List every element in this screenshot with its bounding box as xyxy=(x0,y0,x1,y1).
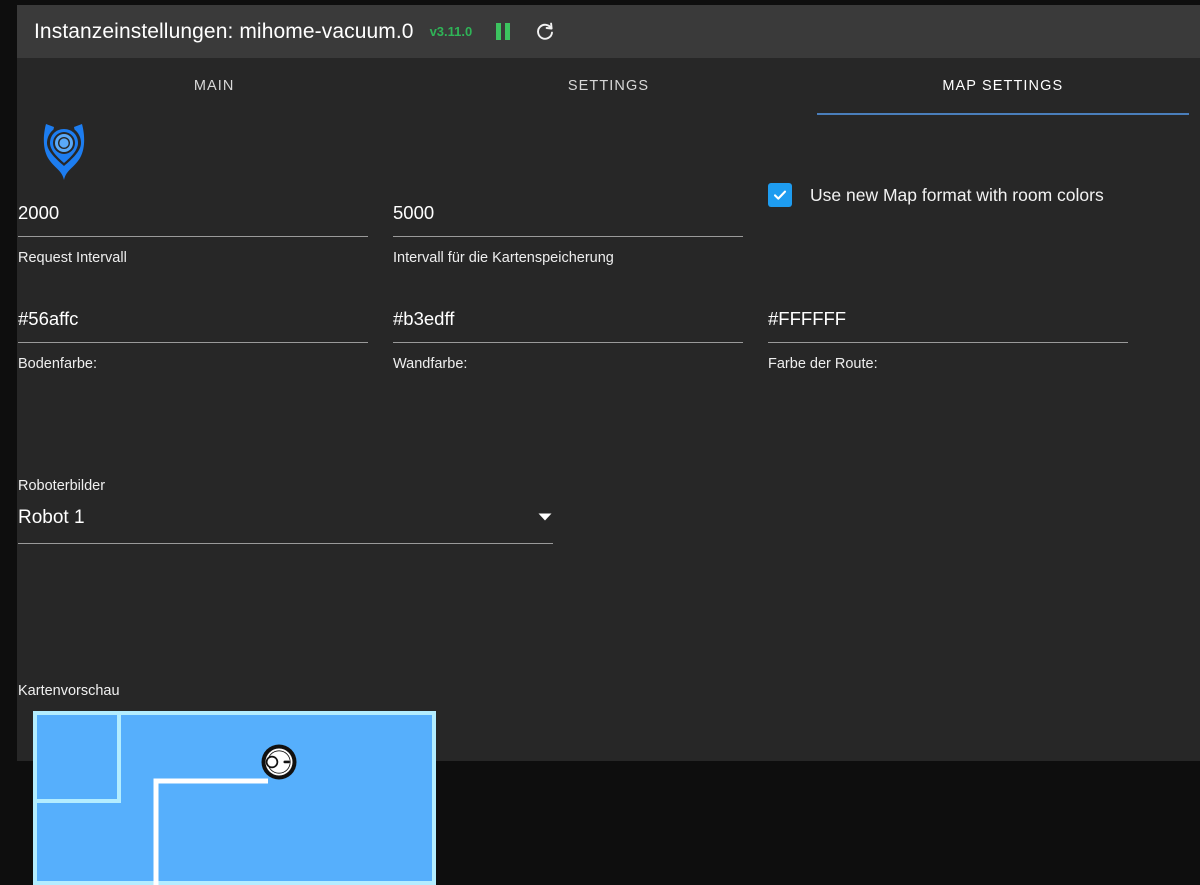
robot-marker-icon xyxy=(261,744,297,780)
select-divider xyxy=(18,543,553,544)
field-divider xyxy=(18,236,368,237)
form-column-1: 2000 Request Intervall #56affc Bodenfarb… xyxy=(18,198,368,372)
field-divider xyxy=(393,342,743,343)
field-floor-color: #56affc Bodenfarbe: xyxy=(18,304,368,372)
tab-map-settings[interactable]: MAP SETTINGS xyxy=(806,58,1200,114)
wall-color-label: Wandfarbe: xyxy=(393,356,468,372)
refresh-icon[interactable] xyxy=(534,21,556,43)
tab-settings[interactable]: SETTINGS xyxy=(411,58,805,114)
field-wall-color: #b3edff Wandfarbe: xyxy=(393,304,743,372)
route-color-label: Farbe der Route: xyxy=(768,356,878,372)
route-color-input[interactable]: #FFFFFF xyxy=(768,304,1128,334)
tab-settings-label: SETTINGS xyxy=(567,78,650,94)
vacuum-logo-icon xyxy=(26,118,118,184)
map-save-interval-input[interactable]: 5000 xyxy=(393,198,743,228)
request-interval-input[interactable]: 2000 xyxy=(18,198,368,228)
app-window: Instanzeinstellungen: mihome-vacuum.0 v3… xyxy=(0,0,1200,885)
field-route-color: #FFFFFF Farbe der Route: xyxy=(768,304,1128,372)
tab-map-settings-label: MAP SETTINGS xyxy=(942,78,1064,94)
map-preview-canvas[interactable] xyxy=(33,711,436,885)
new-map-format-checkbox[interactable] xyxy=(768,183,792,207)
robot-images-caption: Roboterbilder xyxy=(18,478,106,494)
map-save-interval-label: Intervall für die Kartenspeicherung xyxy=(393,250,614,266)
field-request-interval: 2000 Request Intervall xyxy=(18,198,368,266)
window-titlebar: Instanzeinstellungen: mihome-vacuum.0 v3… xyxy=(17,5,1200,58)
pause-icon[interactable] xyxy=(492,21,514,43)
map-preview-caption: Kartenvorschau xyxy=(18,683,120,699)
map-preview-block: Kartenvorschau xyxy=(7,683,437,885)
new-map-format-checkbox-row[interactable]: Use new Map format with room colors xyxy=(768,183,1104,207)
floor-color-label: Bodenfarbe: xyxy=(18,356,98,372)
form-column-2: 5000 Intervall für die Kartenspeicherung… xyxy=(393,198,743,372)
robot-images-selected-value: Robot 1 xyxy=(18,507,85,528)
tab-bar: MAIN SETTINGS MAP SETTINGS xyxy=(17,58,1200,114)
check-icon xyxy=(773,190,787,200)
field-divider xyxy=(18,342,368,343)
tab-main-label: MAIN xyxy=(193,78,235,94)
floor-color-input[interactable]: #56affc xyxy=(18,304,368,334)
field-map-save-interval: 5000 Intervall für die Kartenspeicherung xyxy=(393,198,743,266)
adapter-version: v3.11.0 xyxy=(429,24,473,39)
tab-main[interactable]: MAIN xyxy=(17,58,411,114)
robot-images-select-block: Roboterbilder Robot 1 xyxy=(18,478,553,544)
page-title: Instanzeinstellungen: mihome-vacuum.0 xyxy=(34,19,414,43)
settings-panel: MAIN SETTINGS MAP SETTINGS 2000 Request … xyxy=(17,58,1200,885)
wall-color-input[interactable]: #b3edff xyxy=(393,304,743,334)
new-map-format-label: Use new Map format with room colors xyxy=(810,184,1104,205)
field-divider xyxy=(393,236,743,237)
chevron-down-icon[interactable] xyxy=(537,509,553,527)
field-divider xyxy=(768,342,1128,343)
request-interval-label: Request Intervall xyxy=(18,250,127,266)
robot-images-select[interactable]: Robot 1 xyxy=(18,507,553,529)
